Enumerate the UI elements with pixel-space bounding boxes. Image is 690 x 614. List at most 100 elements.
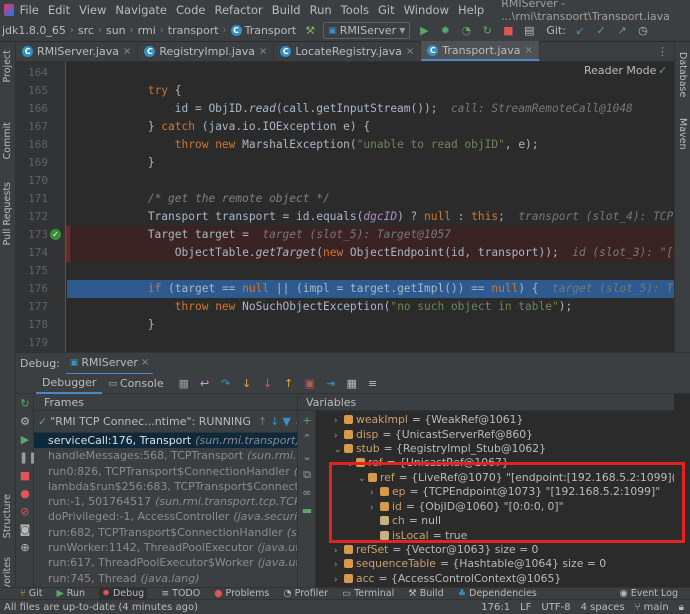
menu-tools[interactable]: Tools	[341, 3, 369, 17]
layout-icon[interactable]: ▦	[177, 377, 191, 391]
resume-icon[interactable]: ▶	[19, 434, 31, 446]
drop-frame-icon[interactable]: ▣	[303, 377, 317, 391]
code-line[interactable]: throw new NoSuchObjectException("no such…	[67, 298, 674, 316]
stack-frame[interactable]: run:682, TCPTransport$ConnectionHandler(…	[34, 525, 297, 540]
close-icon[interactable]: ×	[259, 46, 267, 57]
git-branch[interactable]: main	[644, 602, 669, 613]
breadcrumb-class[interactable]: Transport	[245, 24, 297, 37]
variable-row[interactable]: › sequenceTable = {Hashtable@1064} size = …	[334, 557, 606, 572]
history-icon[interactable]: ◷	[636, 24, 650, 38]
rerun-icon[interactable]: ↻	[19, 398, 31, 410]
code-line[interactable]	[67, 172, 674, 190]
run-icon[interactable]: ▶	[417, 24, 431, 38]
breadcrumb-rmi[interactable]: rmi	[138, 24, 156, 37]
code-line[interactable]: } catch (java.io.IOException e) {	[67, 118, 674, 136]
menu-code[interactable]: Code	[176, 3, 205, 17]
tool-profiler[interactable]: ◔ Profiler	[283, 588, 328, 599]
stack-frame[interactable]: run0:826, TCPTransport$ConnectionHandler…	[34, 464, 297, 479]
chevron-down-icon[interactable]: ⌄	[334, 443, 343, 458]
code-line[interactable]: if (target == null || (impl = target.get…	[67, 280, 674, 298]
stack-frame[interactable]: run:617, ThreadPoolExecutor$Worker (java.…	[34, 555, 297, 570]
close-icon[interactable]: ×	[406, 46, 414, 57]
step-into-icon[interactable]: ↓	[240, 377, 254, 391]
step-over-icon[interactable]: ↷	[219, 377, 233, 391]
filter-icon[interactable]: ▼	[282, 415, 290, 428]
evaluate-icon[interactable]: ▦	[345, 377, 359, 391]
more-icon[interactable]: ≡	[366, 377, 380, 391]
tool-debug[interactable]: ✹ Debug	[98, 588, 148, 599]
settings-icon[interactable]: ⚙	[19, 416, 31, 428]
stack-frame[interactable]: run:-1, 501764517 (sun.rmi.transport.tcp.…	[34, 494, 297, 509]
tab-transport[interactable]: C Transport.java ×	[421, 41, 540, 61]
tab-rmiserver[interactable]: C RMIServer.java ×	[16, 41, 139, 61]
caret-position[interactable]: 176:1	[481, 602, 510, 613]
force-step-into-icon[interactable]: ↓	[261, 377, 275, 391]
line-number[interactable]: 170	[16, 172, 48, 190]
breakpoint-check-icon[interactable]: ✓	[50, 229, 61, 240]
show-execution-point-icon[interactable]: ↩	[198, 377, 212, 391]
stop-icon[interactable]: ■	[19, 470, 31, 482]
project-tool-tab[interactable]: Project	[2, 50, 13, 83]
stop-icon[interactable]: ■	[501, 24, 515, 38]
maven-tool-tab[interactable]: Maven	[677, 118, 688, 150]
run-config-select[interactable]: ▣ RMIServer ▼	[323, 22, 411, 39]
line-number[interactable]: 172	[16, 208, 48, 226]
menu-build[interactable]: Build	[272, 3, 301, 17]
debug-session-tab[interactable]: ▣ RMIServer ×	[65, 353, 154, 375]
menu-edit[interactable]: Edit	[48, 3, 70, 17]
menu-refactor[interactable]: Refactor	[214, 3, 262, 17]
variable-row[interactable]: › refSet = {Vector@1063} size = 0	[334, 543, 538, 558]
camera-icon[interactable]: ◙	[19, 524, 31, 536]
menu-navigate[interactable]: Navigate	[115, 3, 167, 17]
pause-icon[interactable]: ❚❚	[19, 452, 37, 464]
stack-frame[interactable]: serviceCall:176, Transport (sun.rmi.trans…	[34, 433, 297, 449]
code-line[interactable]	[67, 64, 674, 82]
line-number[interactable]: 179	[16, 334, 48, 352]
stack-frame[interactable]: runWorker:1142, ThreadPoolExecutor (java.…	[34, 540, 297, 555]
copy-icon[interactable]: ⧉	[301, 469, 313, 481]
mute-breakpoints-icon[interactable]: ⊘	[19, 506, 31, 518]
file-encoding[interactable]: UTF-8	[541, 602, 570, 613]
code-line[interactable]: ObjectTable.getTarget(new ObjectEndpoint…	[67, 244, 674, 262]
profile-icon[interactable]: ↻	[480, 24, 494, 38]
tool-run[interactable]: ▶ Run	[56, 588, 85, 599]
tool-dependencies[interactable]: ♣ Dependencies	[458, 588, 537, 599]
close-icon[interactable]: ×	[524, 45, 532, 56]
tool-problems[interactable]: ● Problems	[214, 588, 269, 599]
line-number[interactable]: 165	[16, 82, 48, 100]
tool-git[interactable]: ⑂ Git	[20, 588, 42, 599]
line-separator[interactable]: LF	[520, 602, 531, 613]
run-to-cursor-icon[interactable]: ⇥	[324, 377, 338, 391]
close-icon[interactable]: ×	[141, 357, 149, 368]
variable-row[interactable]: › weakImpl = {WeakRef@1061}	[334, 413, 523, 428]
commit-tool-tab[interactable]: Commit	[2, 122, 13, 159]
breadcrumb-sdk[interactable]: jdk1.8.0_65	[2, 24, 66, 37]
breadcrumb-src[interactable]: src	[78, 24, 94, 37]
variable-row[interactable]: › acc = {AccessControlContext@1065}	[334, 572, 561, 587]
line-number[interactable]: 171	[16, 190, 48, 208]
arrow-up-icon[interactable]: ↑	[258, 415, 267, 428]
menu-view[interactable]: View	[79, 3, 106, 17]
memory-icon[interactable]: ▬	[301, 505, 313, 517]
debug-icon[interactable]: ✹	[438, 24, 452, 38]
tool-terminal[interactable]: ▭ Terminal	[342, 588, 394, 599]
stack-frame[interactable]: run:745, Thread (java.lang)	[34, 571, 297, 586]
line-number[interactable]: 164	[16, 64, 48, 82]
view-breakpoints-icon[interactable]: ●	[19, 488, 31, 500]
code-line[interactable]: try {	[67, 82, 674, 100]
line-number[interactable]: 175	[16, 262, 48, 280]
git-commit-icon[interactable]: ✓	[594, 24, 608, 38]
breadcrumb-transport[interactable]: transport	[168, 24, 219, 37]
breadcrumb-sun[interactable]: sun	[106, 24, 126, 37]
menu-window[interactable]: Window	[404, 3, 449, 17]
line-number[interactable]: 167	[16, 118, 48, 136]
add-watch-icon[interactable]: +	[301, 415, 313, 427]
line-number[interactable]: 174	[16, 244, 48, 262]
thread-selector[interactable]: ✓ "RMI TCP Connec...ntime": RUNNING ↑ ↓ …	[34, 411, 297, 433]
tab-registryimpl[interactable]: C RegistryImpl.java ×	[138, 41, 275, 61]
stack-frame[interactable]: doPrivileged:-1, AccessController (java.s…	[34, 509, 297, 524]
code-line[interactable]: }	[67, 316, 674, 334]
code-editor[interactable]: 164 165 166 167 168 169 170 171 172 173 174 175 176 1…	[16, 62, 674, 352]
tabs-more-icon[interactable]: ⋮	[657, 45, 668, 58]
pull-requests-tool-tab[interactable]: Pull Requests	[2, 182, 13, 245]
